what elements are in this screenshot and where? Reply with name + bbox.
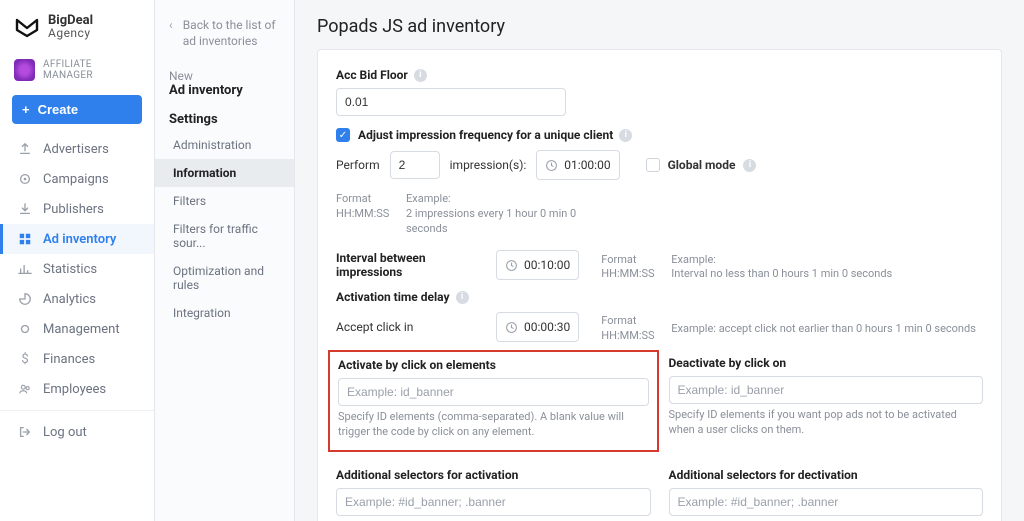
- example-accept: Example: accept click not earlier than 0…: [671, 322, 983, 337]
- clock-icon: [545, 159, 558, 172]
- crumb-new: New: [155, 59, 294, 83]
- sidebar-primary: BigDeal Agency AFFILIATE MANAGER + Creat…: [0, 0, 155, 521]
- sidebar-secondary: ‹ Back to the list of ad inventories New…: [155, 0, 295, 521]
- deactivate-click-hint: Specify ID elements if you want pop ads …: [669, 408, 984, 438]
- perform-suffix: impression(s):: [450, 158, 527, 172]
- adjust-freq-checkbox-row[interactable]: ✓ Adjust impression frequency for a uniq…: [336, 128, 983, 142]
- example-interval: Example: Interval no less than 0 hours 1…: [671, 253, 983, 283]
- plus-icon: +: [22, 102, 30, 117]
- deactivate-click-input[interactable]: [669, 376, 984, 404]
- format-hint-2: Format HH:MM:SS: [601, 253, 661, 283]
- info-icon[interactable]: i: [456, 291, 469, 304]
- crumb-entity: Ad inventory: [155, 83, 294, 104]
- main: Popads JS ad inventory Acc Bid Floor i ✓ …: [295, 0, 1024, 521]
- subnav-optimization[interactable]: Optimization and rules: [155, 257, 294, 299]
- nav-campaigns[interactable]: Campaigns: [0, 164, 154, 194]
- perform-label: Perform: [336, 158, 380, 172]
- create-button-label: Create: [38, 102, 78, 117]
- target-icon: [17, 171, 33, 187]
- example-freq: Example: 2 impressions every 1 hour 0 mi…: [406, 192, 606, 237]
- nav-advertisers[interactable]: Advertisers: [0, 134, 154, 164]
- form-card: Acc Bid Floor i ✓ Adjust impression frequ…: [317, 49, 1002, 521]
- create-button[interactable]: + Create: [12, 95, 142, 124]
- checkbox-icon: [646, 158, 660, 172]
- add-sel-act-input[interactable]: [336, 488, 651, 516]
- perform-time-input[interactable]: 01:00:00: [536, 150, 619, 180]
- logo-icon: [14, 16, 40, 38]
- subnav-administration[interactable]: Administration: [155, 131, 294, 159]
- nav-divider: [0, 410, 154, 411]
- nav-publishers[interactable]: Publishers: [0, 194, 154, 224]
- checkbox-checked-icon: ✓: [336, 128, 350, 142]
- nav-finances[interactable]: $Finances: [0, 344, 154, 374]
- activate-click-highlight: Activate by click on elements Specify ID…: [328, 350, 659, 452]
- perform-count-input[interactable]: [390, 151, 440, 179]
- activation-delay-label: Activation time delay: [336, 290, 450, 304]
- role-avatar-icon: [14, 59, 35, 81]
- acc-bid-floor-input[interactable]: [336, 88, 566, 116]
- back-link[interactable]: ‹ Back to the list of ad inventories: [155, 12, 294, 59]
- add-sel-deact-input[interactable]: [669, 488, 984, 516]
- acc-bid-floor-label: Acc Bid Floor: [336, 68, 408, 82]
- subnav-information[interactable]: Information: [155, 159, 294, 187]
- users-icon: [17, 381, 33, 397]
- settings-heading: Settings: [155, 104, 294, 131]
- dollar-icon: $: [17, 351, 33, 367]
- nav-analytics[interactable]: Analytics: [0, 284, 154, 314]
- grid-icon: [17, 231, 33, 247]
- activate-click-hint: Specify ID elements (comma-separated). A…: [338, 410, 649, 440]
- chevron-left-icon: ‹: [169, 18, 175, 49]
- nav-logout[interactable]: Log out: [0, 417, 154, 447]
- add-sel-deact-label: Additional selectors for dectivation: [669, 468, 858, 482]
- nav-statistics[interactable]: Statistics: [0, 254, 154, 284]
- clock-icon: [505, 321, 518, 334]
- activate-click-label: Activate by click on elements: [338, 358, 496, 372]
- subnav-filters[interactable]: Filters: [155, 187, 294, 215]
- brand-line2: Agency: [48, 27, 93, 39]
- accept-click-time-input[interactable]: 00:00:30: [496, 312, 579, 342]
- interval-label: Interval between impressions: [336, 251, 486, 279]
- info-icon[interactable]: i: [619, 129, 632, 142]
- download-icon: [17, 201, 33, 217]
- interval-time-input[interactable]: 00:10:00: [496, 250, 579, 280]
- format-hint: Format HH:MM:SS: [336, 192, 396, 222]
- nav-ad-inventory[interactable]: Ad inventory: [0, 224, 154, 254]
- clock-icon: [505, 259, 518, 272]
- subnav-filters-traffic[interactable]: Filters for traffic sour...: [155, 215, 294, 257]
- nav-employees[interactable]: Employees: [0, 374, 154, 404]
- add-sel-act-label: Additional selectors for activation: [336, 468, 518, 482]
- role-row: AFFILIATE MANAGER: [0, 53, 154, 91]
- subnav-integration[interactable]: Integration: [155, 299, 294, 327]
- global-mode-checkbox[interactable]: Global mode i: [646, 158, 757, 172]
- nav-management[interactable]: Management: [0, 314, 154, 344]
- upload-icon: [17, 141, 33, 157]
- deactivate-click-label: Deactivate by click on: [669, 356, 787, 370]
- gear-icon: [17, 321, 33, 337]
- bars-icon: [17, 261, 33, 277]
- format-hint-3: Format HH:MM:SS: [601, 314, 661, 344]
- brand-logo: BigDeal Agency: [0, 10, 154, 53]
- page-title: Popads JS ad inventory: [295, 0, 1024, 49]
- pie-icon: [17, 291, 33, 307]
- accept-click-label: Accept click in: [336, 320, 486, 334]
- activate-click-input[interactable]: [338, 378, 649, 406]
- info-icon[interactable]: i: [414, 69, 427, 82]
- logout-icon: [17, 424, 33, 440]
- role-label: AFFILIATE MANAGER: [43, 59, 140, 81]
- info-icon[interactable]: i: [743, 159, 756, 172]
